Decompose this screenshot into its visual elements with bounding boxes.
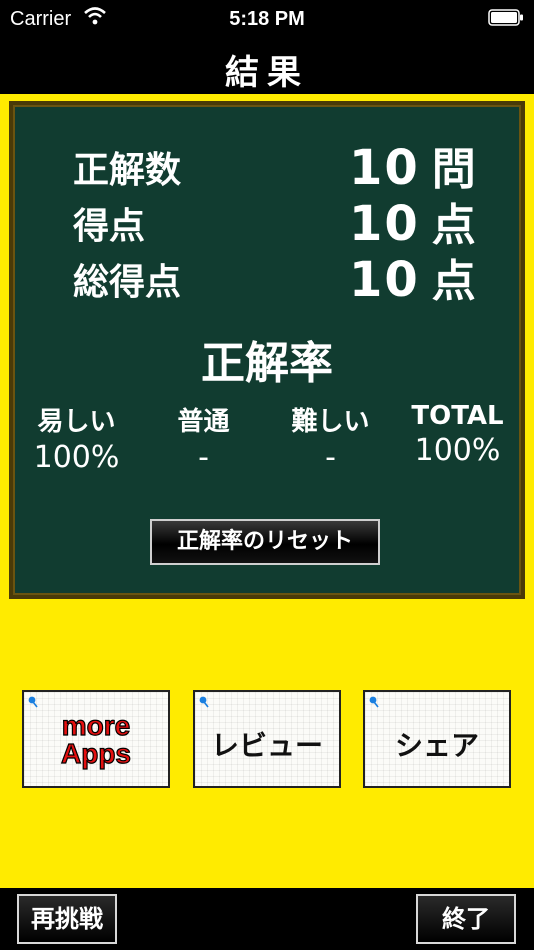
review-label: レビュー	[210, 729, 323, 762]
accuracy-title: 正解率	[201, 338, 333, 389]
review-button[interactable]: レビュー	[193, 690, 341, 788]
reset-accuracy-button[interactable]: 正解率のリセット	[150, 519, 380, 565]
pin-icon	[28, 696, 38, 708]
status-bar: Carrier 5:18 PM	[0, 0, 534, 38]
page-title: 結果	[225, 53, 309, 93]
retry-button[interactable]: 再挑戦	[17, 894, 117, 944]
battery-icon	[488, 9, 523, 26]
result-row-total-score: 総得点 10 点	[13, 252, 521, 313]
more-apps-button[interactable]: more Apps	[22, 690, 170, 788]
clock: 5:18 PM	[229, 8, 305, 30]
result-label: 得点	[73, 206, 146, 247]
result-value: 10 点	[349, 196, 478, 252]
bottom-toolbar: 再挑戦 終了	[0, 888, 534, 950]
result-label: 正解数	[73, 150, 182, 191]
finish-button[interactable]: 終了	[416, 894, 516, 944]
share-label: シェア	[394, 729, 479, 762]
results-board: 正解数 10 問 得点 10 点 総得点 10 点 正解率 易しい 100% 普通 -…	[9, 101, 525, 599]
more-apps-label: more Apps	[60, 710, 131, 769]
share-button[interactable]: シェア	[363, 690, 511, 788]
nav-bar: 結果	[0, 38, 534, 94]
accuracy-easy: 易しい 100%	[33, 407, 120, 475]
pin-icon	[199, 696, 209, 708]
pin-icon	[369, 696, 379, 708]
result-value: 10 問	[349, 140, 478, 196]
accuracy-hard: 難しい -	[291, 407, 370, 475]
accuracy-normal: 普通 -	[177, 407, 230, 475]
result-label: 総得点	[73, 262, 182, 303]
result-value: 10 点	[349, 252, 478, 308]
accuracy-total: TOTAL 100%	[411, 401, 504, 468]
